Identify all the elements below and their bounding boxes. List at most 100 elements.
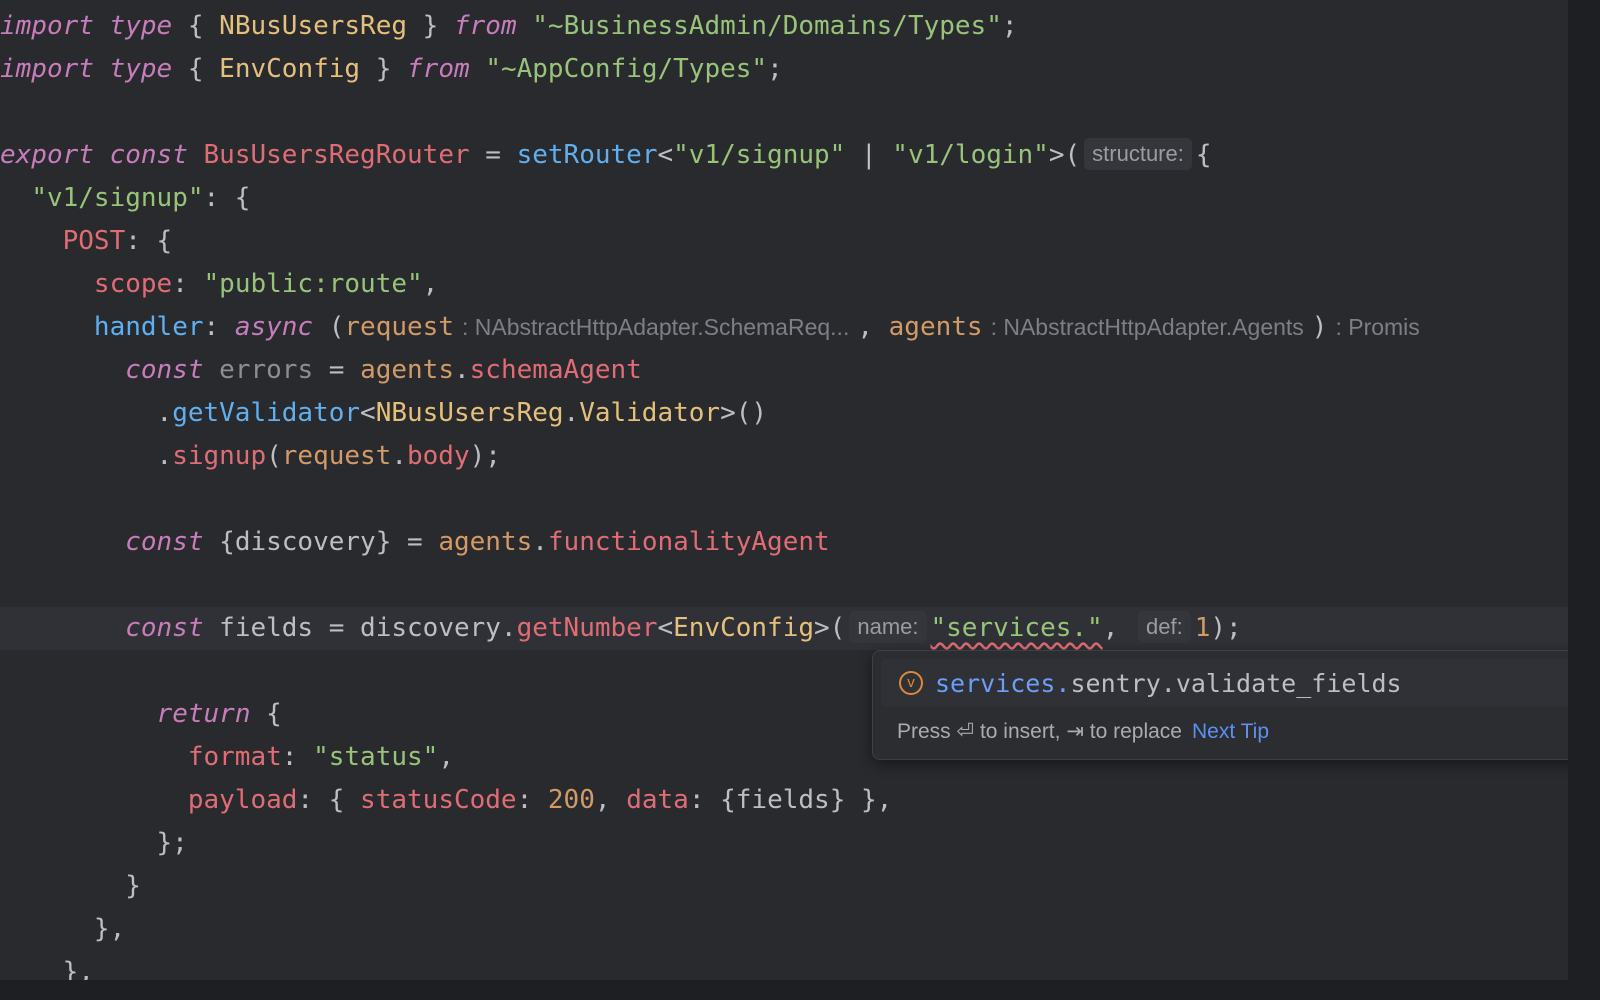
code-token: < bbox=[657, 613, 674, 643]
code-token: . bbox=[0, 441, 173, 471]
code-line[interactable]: .signup(request.body); bbox=[0, 435, 501, 478]
code-token: } bbox=[407, 11, 454, 41]
code-token: request bbox=[281, 441, 392, 471]
code-token: >() bbox=[720, 398, 768, 428]
completion-footer: Press ⏎ to insert, ⇥ to replace Next Tip bbox=[897, 719, 1269, 744]
code-token: , bbox=[857, 312, 889, 342]
code-token: : { bbox=[203, 183, 251, 213]
type-hint: : NAbstractHttpAdapter.SchemaReq... bbox=[461, 314, 850, 340]
code-line[interactable]: }, bbox=[0, 951, 94, 980]
code-token: import bbox=[0, 54, 94, 84]
code-line[interactable]: }, bbox=[0, 908, 125, 951]
code-line[interactable]: handler: async (request: NAbstractHttpAd… bbox=[0, 306, 1428, 349]
code-token: format bbox=[187, 742, 282, 772]
code-line[interactable]: .getValidator<NBusUsersReg.Validator>() bbox=[0, 392, 768, 435]
code-token: data bbox=[626, 785, 689, 815]
code-token: { bbox=[1195, 140, 1212, 170]
code-token: : bbox=[172, 269, 204, 299]
code-line[interactable]: const {discovery} = agents.functionality… bbox=[0, 521, 829, 564]
completion-popup: v services.sentry.validate_fields Press … bbox=[872, 650, 1568, 760]
code-editor[interactable]: import type { NBusUsersReg } from "~Busi… bbox=[0, 0, 1568, 980]
code-token: . bbox=[391, 441, 407, 471]
code-token: export bbox=[0, 140, 94, 170]
code-token: : bbox=[516, 785, 548, 815]
code-token: . bbox=[453, 355, 470, 385]
code-line[interactable]: export const BusUsersRegRouter = setRout… bbox=[0, 134, 1212, 177]
code-token: : {fields} }, bbox=[688, 785, 893, 815]
code-token: schemaAgent bbox=[469, 355, 642, 385]
code-token: , bbox=[594, 785, 627, 815]
code-token: >( bbox=[1048, 140, 1081, 170]
code-token: agents bbox=[888, 312, 983, 342]
code-line[interactable]: payload: { statusCode: 200, data: {field… bbox=[0, 779, 892, 822]
code-token: getNumber bbox=[516, 613, 658, 643]
code-line[interactable]: }; bbox=[0, 822, 188, 865]
code-token: import bbox=[0, 11, 94, 41]
code-token: type bbox=[109, 11, 173, 41]
completion-item-label: services.sentry.validate_fields bbox=[935, 669, 1402, 698]
code-line[interactable]: } bbox=[0, 865, 141, 908]
type-hint: : Promis bbox=[1335, 314, 1420, 340]
code-token: "public:route" bbox=[203, 269, 423, 299]
code-token: : bbox=[203, 312, 235, 342]
code-token-error: "services." bbox=[930, 613, 1103, 643]
code-token: "v1/signup" bbox=[673, 140, 846, 170]
code-token: { bbox=[172, 11, 220, 41]
code-token: < bbox=[360, 398, 376, 428]
code-token: const bbox=[125, 355, 204, 385]
code-token: : bbox=[281, 742, 314, 772]
code-line[interactable]: import type { NBusUsersReg } from "~Busi… bbox=[0, 5, 1018, 48]
code-token: type bbox=[109, 54, 173, 84]
code-token: agents bbox=[360, 355, 454, 385]
code-line[interactable]: POST: { bbox=[0, 220, 173, 263]
code-token: : { bbox=[125, 226, 173, 256]
code-token: "v1/signup" bbox=[31, 183, 204, 213]
next-tip-link[interactable]: Next Tip bbox=[1192, 720, 1269, 743]
code-token: scope bbox=[93, 269, 173, 299]
code-token: } bbox=[360, 54, 408, 84]
code-token: = bbox=[469, 140, 517, 170]
completion-item[interactable]: v services.sentry.validate_fields bbox=[881, 659, 1568, 707]
code-token: const bbox=[125, 613, 204, 643]
code-token: , bbox=[422, 269, 439, 299]
code-token: ( bbox=[313, 312, 345, 342]
code-token: body bbox=[407, 441, 470, 471]
code-token: const bbox=[109, 140, 188, 170]
code-token: from bbox=[407, 54, 470, 84]
code-token: signup bbox=[172, 441, 267, 471]
code-token: return bbox=[156, 699, 251, 729]
code-token: payload bbox=[187, 785, 298, 815]
code-token: "status" bbox=[313, 742, 439, 772]
type-hint: : NAbstractHttpAdapter.Agents bbox=[990, 314, 1304, 340]
code-token: . bbox=[532, 527, 548, 557]
current-code-line[interactable]: const fields = discovery.getNumber<EnvCo… bbox=[0, 607, 1568, 650]
variable-icon: v bbox=[899, 671, 923, 695]
code-line[interactable]: return { bbox=[0, 693, 282, 736]
code-token: }, bbox=[0, 957, 94, 980]
code-token: statusCode bbox=[360, 785, 517, 815]
code-token: {discovery} = bbox=[203, 527, 439, 557]
code-token: ); bbox=[1210, 613, 1242, 643]
completion-match-text: services. bbox=[935, 668, 1071, 698]
code-line[interactable]: import type { EnvConfig } from "~AppConf… bbox=[0, 48, 783, 91]
completion-hint-text: Press ⏎ to insert, ⇥ to replace bbox=[897, 720, 1182, 743]
code-line[interactable]: format: "status", bbox=[0, 736, 454, 779]
code-token: { bbox=[172, 54, 220, 84]
code-line[interactable]: "v1/signup": { bbox=[0, 177, 250, 220]
code-token: BusUsersRegRouter bbox=[203, 140, 470, 170]
code-token: 1 bbox=[1194, 613, 1211, 643]
code-token: EnvConfig bbox=[219, 54, 361, 84]
code-line[interactable]: scope: "public:route", bbox=[0, 263, 438, 306]
code-token: getValidator bbox=[172, 398, 361, 428]
code-line[interactable]: const errors = agents.schemaAgent bbox=[0, 349, 642, 392]
